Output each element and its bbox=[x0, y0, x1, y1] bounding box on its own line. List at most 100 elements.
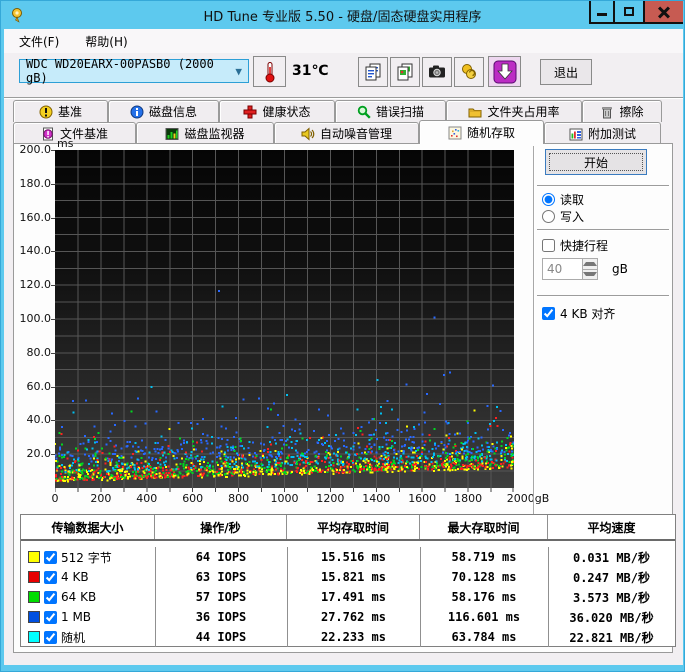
tab-label: 健康状态 bbox=[262, 105, 311, 119]
legend-cell: 64 KB bbox=[21, 590, 155, 604]
aam-icon bbox=[301, 126, 315, 141]
table-row: 512 字节 64 IOPS 15.516 ms 58.719 ms 0.031 MB/… bbox=[21, 547, 675, 567]
series-checkbox[interactable] bbox=[44, 590, 57, 604]
screenshot-button[interactable] bbox=[422, 57, 452, 87]
copy-text-button[interactable] bbox=[358, 57, 388, 87]
stat-cell-3: 22.821 MB/秒 bbox=[569, 630, 654, 645]
screenshot-icon bbox=[429, 65, 445, 78]
series-label: 512 字节 bbox=[61, 550, 112, 565]
drive-select-dropdown[interactable]: WDC WD20EARX-00PASB0 (2000 gB) ▼ bbox=[19, 57, 249, 85]
stat-cell-0: 36 IOPS bbox=[195, 610, 247, 624]
tab-label: 随机存取 bbox=[466, 126, 515, 140]
y-tick-label: 160.0 bbox=[19, 210, 52, 224]
stats-header-1: 操作/秒 bbox=[155, 515, 287, 539]
y-tick-label: 180.0 bbox=[19, 176, 52, 190]
tab-1-2[interactable]: 健康状态 bbox=[219, 100, 335, 122]
copy-image-button[interactable] bbox=[390, 57, 420, 87]
tab-1-5[interactable]: 擦除 bbox=[582, 100, 662, 122]
legend-color-swatch bbox=[28, 611, 40, 623]
y-tick-label: 40.0 bbox=[26, 413, 52, 427]
table-row: 1 MB 36 IOPS 27.762 ms 116.601 ms 36.020 MB/… bbox=[21, 607, 675, 627]
y-tick-label: 80.0 bbox=[26, 345, 52, 359]
random-access-icon bbox=[448, 126, 462, 139]
series-label: 4 KB bbox=[61, 570, 89, 584]
tab-1-3[interactable]: 错误扫描 bbox=[335, 100, 446, 122]
tab-2-4[interactable]: 附加测试 bbox=[544, 122, 661, 144]
stat-cell-0: 44 IOPS bbox=[195, 630, 247, 644]
short-stroke-checkbox[interactable] bbox=[542, 239, 555, 252]
stat-cell-3: 3.573 MB/秒 bbox=[572, 590, 651, 605]
align-4kb-label: 4 KB 对齐 bbox=[560, 307, 616, 321]
stat-cell-1: 27.762 ms bbox=[320, 610, 387, 624]
menu-bar: 文件(F) 帮助(H) bbox=[4, 29, 683, 53]
stat-cell-2: 70.128 ms bbox=[451, 570, 517, 584]
minimize-button[interactable] bbox=[589, 1, 613, 24]
tab-2-0[interactable]: 文件基准 bbox=[13, 122, 136, 144]
series-checkbox[interactable] bbox=[44, 630, 57, 644]
download-button[interactable] bbox=[488, 56, 521, 87]
stat-cell-1: 17.491 ms bbox=[320, 590, 387, 604]
series-label: 64 KB bbox=[61, 590, 97, 604]
stepper-up-button[interactable] bbox=[583, 259, 597, 269]
start-button-label: 开始 bbox=[549, 153, 643, 171]
align-4kb-checkbox[interactable] bbox=[542, 307, 555, 320]
options-button[interactable] bbox=[454, 57, 484, 87]
start-button[interactable]: 开始 bbox=[545, 149, 647, 175]
series-checkbox[interactable] bbox=[44, 610, 57, 624]
tab-label: 附加测试 bbox=[587, 127, 636, 141]
error-scan-icon bbox=[357, 105, 371, 119]
y-axis-unit-label: ms bbox=[57, 137, 74, 150]
tab-label: 错误扫描 bbox=[375, 105, 424, 119]
legend-cell: 512 字节 bbox=[21, 549, 155, 566]
random-access-tab-page: ms 20.0 40.0 60.0 80.0 100.0 120.0 140.0 160.0 1… bbox=[13, 137, 676, 653]
series-checkbox[interactable] bbox=[44, 570, 57, 584]
toolbar-separator bbox=[4, 97, 683, 99]
exit-button[interactable]: 退出 bbox=[540, 59, 592, 85]
legend-cell: 1 MB bbox=[21, 610, 155, 624]
titlebar: HD Tune 专业版 5.50 - 硬盘/固态硬盘实用程序 bbox=[1, 1, 684, 29]
stat-cell-0: 64 IOPS bbox=[195, 550, 247, 564]
disk-info-icon bbox=[130, 105, 144, 118]
table-row: 4 KB 63 IOPS 15.821 ms 70.128 ms 0.247 MB/秒 bbox=[21, 567, 675, 587]
stat-cell-1: 15.821 ms bbox=[320, 570, 387, 584]
window-title: HD Tune 专业版 5.50 - 硬盘/固态硬盘实用程序 bbox=[203, 9, 482, 25]
tab-label: 基准 bbox=[57, 105, 82, 119]
short-stroke-size-stepper bbox=[542, 258, 598, 280]
stepper-down-button[interactable] bbox=[583, 268, 597, 279]
panel-separator bbox=[537, 295, 669, 297]
legend-cell: 随机 bbox=[21, 629, 155, 646]
tab-2-2[interactable]: 自动噪音管理 bbox=[274, 122, 419, 144]
tab-row-2: 文件基准 磁盘监视器 自动噪音管理 随机存取 附加测试 bbox=[13, 120, 661, 144]
tab-1-1[interactable]: 磁盘信息 bbox=[108, 100, 219, 122]
tab-1-0[interactable]: 基准 bbox=[13, 100, 108, 122]
stat-cell-2: 63.784 ms bbox=[451, 630, 517, 644]
tab-2-3[interactable]: 随机存取 bbox=[419, 120, 544, 144]
y-tick-label: 120.0 bbox=[19, 278, 52, 292]
maximize-button[interactable] bbox=[613, 1, 643, 24]
maximize-icon bbox=[624, 7, 634, 16]
tab-1-4[interactable]: 文件夹占用率 bbox=[446, 100, 582, 122]
tab-label: 磁盘信息 bbox=[148, 105, 197, 119]
menu-item-1[interactable]: 帮助(H) bbox=[79, 31, 133, 52]
extra-tests-icon bbox=[569, 128, 583, 140]
stat-cell-3: 0.247 MB/秒 bbox=[572, 570, 651, 585]
short-stroke-size-input[interactable] bbox=[543, 259, 582, 279]
minimize-icon bbox=[597, 13, 607, 16]
tab-2-1[interactable]: 磁盘监视器 bbox=[136, 122, 274, 144]
download-icon bbox=[493, 60, 516, 83]
y-tick-label: 60.0 bbox=[26, 379, 52, 393]
temperature-button[interactable] bbox=[253, 56, 286, 87]
close-button[interactable] bbox=[643, 1, 683, 24]
stats-table-body: 512 字节 64 IOPS 15.516 ms 58.719 ms 0.031 MB/… bbox=[21, 547, 675, 647]
column-separator bbox=[548, 547, 549, 647]
stat-cell-1: 15.516 ms bbox=[320, 550, 387, 564]
read-radio[interactable] bbox=[542, 193, 555, 206]
folder-usage-icon bbox=[468, 108, 482, 117]
write-radio[interactable] bbox=[542, 210, 555, 223]
series-checkbox[interactable] bbox=[44, 550, 57, 564]
y-tick-label: 140.0 bbox=[19, 244, 52, 258]
chevron-down-icon: ▼ bbox=[235, 64, 242, 78]
stats-header-3: 最大存取时间 bbox=[420, 515, 548, 539]
temperature-value: 31℃ bbox=[292, 63, 329, 79]
menu-item-0[interactable]: 文件(F) bbox=[13, 31, 65, 52]
